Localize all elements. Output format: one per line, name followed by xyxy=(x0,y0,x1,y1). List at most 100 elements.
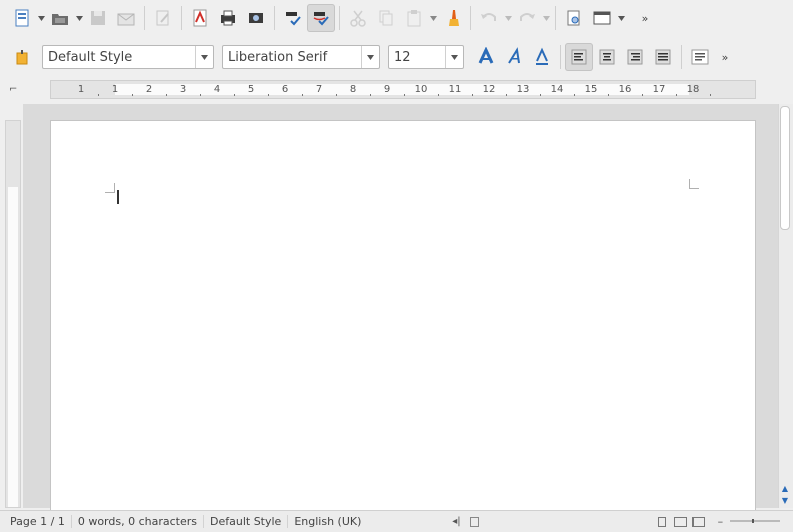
undo-button[interactable] xyxy=(475,4,503,32)
paintbrush-icon xyxy=(449,10,459,26)
underline-icon xyxy=(536,47,548,65)
ruler-tick xyxy=(710,94,711,96)
clone-formatting-button[interactable] xyxy=(438,4,466,32)
multi-page-view-icon[interactable] xyxy=(671,514,689,530)
email-button[interactable] xyxy=(112,4,140,32)
ruler-tick xyxy=(438,94,439,96)
formatting-toolbar: Default Style Liberation Serif 12 » xyxy=(0,39,793,75)
single-page-view-icon[interactable] xyxy=(653,514,671,530)
spelling-button[interactable] xyxy=(279,4,307,32)
find-replace-button[interactable] xyxy=(560,4,588,32)
new-dropdown[interactable] xyxy=(36,4,46,32)
ruler-tick xyxy=(404,94,405,96)
overflow-chevron-icon: » xyxy=(641,11,649,25)
chevron-down-icon xyxy=(75,15,83,21)
redo-dropdown[interactable] xyxy=(541,4,551,32)
open-dropdown[interactable] xyxy=(74,4,84,32)
print-preview-button[interactable] xyxy=(242,4,270,32)
table-dropdown[interactable] xyxy=(616,4,626,32)
cut-button[interactable] xyxy=(344,4,372,32)
document-page[interactable] xyxy=(50,120,756,512)
font-size-dropdown[interactable] xyxy=(445,46,463,68)
paste-button[interactable] xyxy=(400,4,428,32)
horizontal-ruler[interactable]: 1 1 2 3 4 5 6 7 8 9 10 11 12 13 14 15 16 17 18 xyxy=(50,80,756,99)
font-name-combo[interactable]: Liberation Serif xyxy=(222,45,380,69)
font-size-combo[interactable]: 12 xyxy=(388,45,464,69)
print-button[interactable] xyxy=(214,4,242,32)
single-page-glyph xyxy=(658,516,667,527)
bold-button[interactable] xyxy=(472,43,500,71)
ruler-tick xyxy=(370,94,371,96)
formatting-overflow-button[interactable]: » xyxy=(720,43,730,71)
redo-button[interactable] xyxy=(513,4,541,32)
scroll-down-arrow[interactable]: ▲ xyxy=(780,484,790,494)
zoom-out-icon[interactable]: – xyxy=(711,514,729,530)
book-view-icon[interactable] xyxy=(689,514,707,530)
print-preview-icon xyxy=(249,13,263,23)
undo-icon xyxy=(481,13,496,21)
margin-corner-mark xyxy=(105,183,115,193)
ruler-tick xyxy=(676,94,677,96)
line-spacing-icon xyxy=(691,49,709,65)
ruler-number: 4 xyxy=(213,84,221,95)
new-document-icon xyxy=(15,9,29,27)
paste-dropdown[interactable] xyxy=(428,4,438,32)
export-pdf-button[interactable] xyxy=(186,4,214,32)
page-style[interactable]: Default Style xyxy=(204,515,289,528)
ruler-number: 12 xyxy=(482,84,496,95)
selection-mode-icon[interactable] xyxy=(465,514,483,530)
font-name-dropdown[interactable] xyxy=(361,46,379,68)
chevron-down-icon xyxy=(617,15,625,21)
toolbar-separator xyxy=(144,6,145,30)
copy-button[interactable] xyxy=(372,4,400,32)
ruler-tick xyxy=(98,94,99,96)
align-left-button[interactable] xyxy=(565,43,593,71)
align-right-icon xyxy=(627,49,643,65)
toolbar-separator xyxy=(181,6,182,30)
edit-mode-button[interactable] xyxy=(149,4,177,32)
ruler-number: 17 xyxy=(652,84,666,95)
text-cursor xyxy=(117,190,119,204)
copy-icon xyxy=(379,10,393,26)
italic-button[interactable] xyxy=(500,43,528,71)
paragraph-style-combo[interactable]: Default Style xyxy=(42,45,214,69)
chevron-down-icon xyxy=(451,54,458,60)
justify-button[interactable] xyxy=(649,43,677,71)
styles-button[interactable] xyxy=(8,43,36,71)
vertical-ruler[interactable] xyxy=(5,120,21,508)
page-count[interactable]: Page 1 / 1 xyxy=(0,515,72,528)
ruler-number: 1 xyxy=(111,84,119,95)
bold-icon xyxy=(478,47,494,64)
underline-button[interactable] xyxy=(528,43,556,71)
line-spacing-button[interactable] xyxy=(686,43,714,71)
ruler-tick xyxy=(336,94,337,96)
insert-mode-icon[interactable]: ◂| xyxy=(447,514,465,530)
vertical-ruler-track xyxy=(8,187,18,507)
ruler-tick xyxy=(200,94,201,96)
zoom-slider[interactable] xyxy=(730,519,780,523)
paragraph-style-dropdown[interactable] xyxy=(195,46,213,68)
insert-table-button[interactable] xyxy=(588,4,616,32)
styles-icon xyxy=(16,50,28,65)
align-left-icon xyxy=(571,49,587,65)
text-language[interactable]: English (UK) xyxy=(288,515,367,528)
auto-spellcheck-button[interactable] xyxy=(307,4,335,32)
scroll-down-arrow[interactable]: ▼ xyxy=(780,496,790,506)
open-button[interactable] xyxy=(46,4,74,32)
tab-stop-selector[interactable]: ⌐ xyxy=(9,84,17,95)
word-count[interactable]: 0 words, 0 characters xyxy=(72,515,204,528)
ruler-number: 3 xyxy=(179,84,187,95)
paste-icon xyxy=(407,10,421,27)
save-button[interactable] xyxy=(84,4,112,32)
vertical-scrollbar-thumb[interactable] xyxy=(780,106,790,230)
new-document-button[interactable] xyxy=(8,4,36,32)
align-right-button[interactable] xyxy=(621,43,649,71)
toolbar-overflow-button[interactable]: » xyxy=(640,4,650,32)
align-center-button[interactable] xyxy=(593,43,621,71)
undo-dropdown[interactable] xyxy=(503,4,513,32)
ruler-track xyxy=(115,84,689,95)
ruler-tick xyxy=(132,94,133,96)
minus-glyph: – xyxy=(717,515,724,528)
ruler-tick xyxy=(268,94,269,96)
ruler-tick xyxy=(642,94,643,96)
